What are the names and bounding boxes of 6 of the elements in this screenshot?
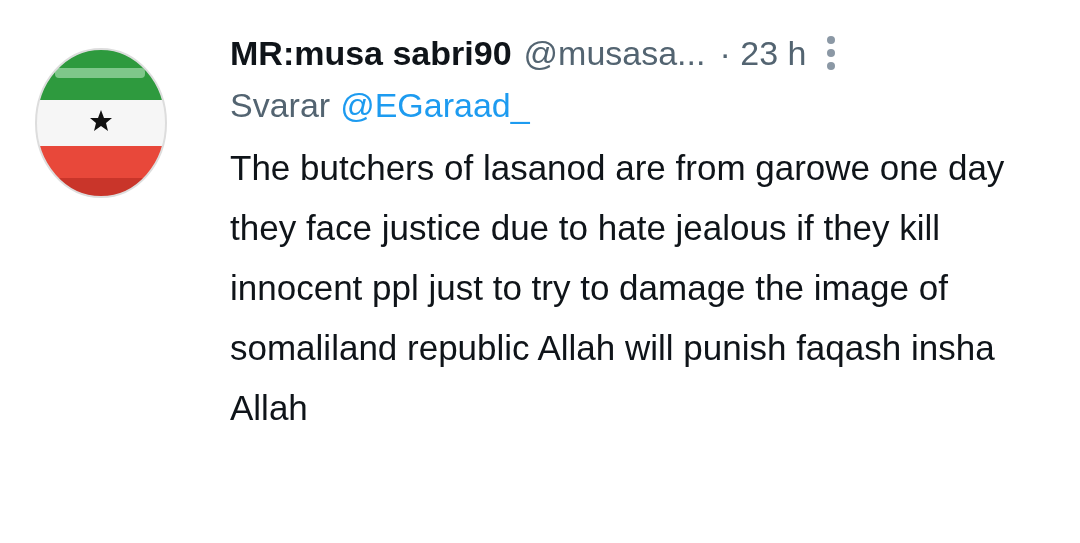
author-handle[interactable]: @musasa... xyxy=(523,30,706,76)
tweet-text: The butchers of lasanod are from garowe one day they face justice due to hate jealous if they kill innocent ppl just to try to damage the image of somaliland republic Allah will punish faqash insha Allah xyxy=(230,147,1006,429)
reply-label: Svarar xyxy=(230,85,331,126)
more-options-icon[interactable] xyxy=(826,35,837,71)
author-name[interactable]: MR:musa sabri90 xyxy=(230,30,512,76)
timestamp[interactable]: · 23 h xyxy=(719,30,807,76)
